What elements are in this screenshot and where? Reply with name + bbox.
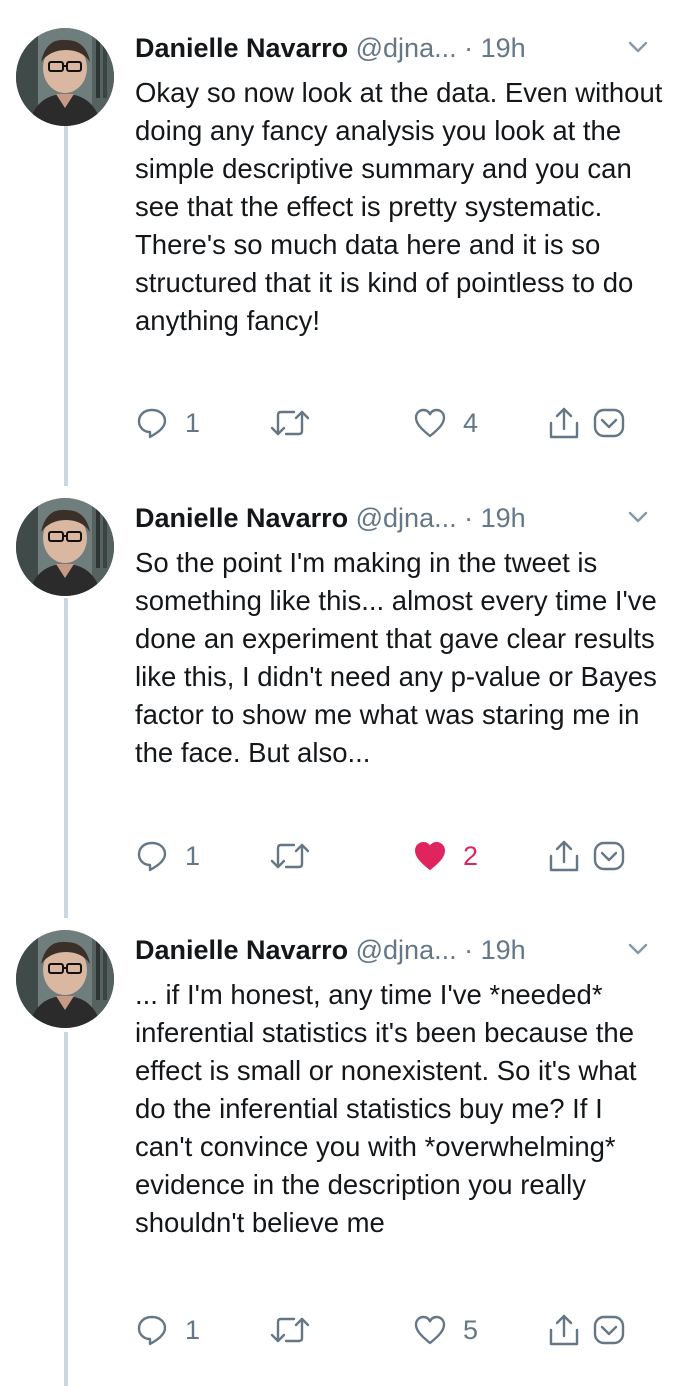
separator-dot: · <box>464 935 474 965</box>
like-count: 4 <box>463 407 479 438</box>
reply-button[interactable]: 1 <box>135 403 200 443</box>
reply-count: 1 <box>185 1314 201 1345</box>
like-button[interactable]: 5 <box>413 1310 478 1350</box>
author-name[interactable]: Danielle Navarro <box>135 503 348 533</box>
share-button[interactable] <box>547 1310 581 1350</box>
author-name[interactable]: Danielle Navarro <box>135 935 348 965</box>
retweet-button[interactable] <box>270 403 326 443</box>
chevron-down-icon[interactable] <box>627 938 649 960</box>
reply-count: 1 <box>185 407 201 438</box>
direct-message-button[interactable] <box>593 1310 625 1350</box>
timestamp[interactable]: 19h <box>481 935 526 965</box>
retweet-icon <box>270 410 310 436</box>
heart-icon <box>414 1315 446 1345</box>
tweet[interactable]: Danielle Navarro @djna... · 19h Okay so … <box>0 28 676 458</box>
share-button[interactable] <box>547 403 581 443</box>
envelope-icon <box>593 1315 625 1345</box>
share-icon <box>549 840 579 872</box>
avatar-image <box>16 498 114 596</box>
tweet[interactable]: Danielle Navarro @djna... · 19h So the p… <box>0 498 676 918</box>
tweet[interactable]: Danielle Navarro @djna... · 19h ... if I… <box>0 930 676 1380</box>
reply-icon <box>137 1315 167 1346</box>
author-name[interactable]: Danielle Navarro <box>135 33 348 63</box>
heart-icon <box>414 408 446 438</box>
retweet-button[interactable] <box>270 836 326 876</box>
tweet-text: ... if I'm honest, any time I've *needed… <box>135 979 637 1238</box>
author-handle[interactable]: @djna... <box>356 935 457 965</box>
envelope-icon <box>593 841 625 871</box>
avatar[interactable] <box>16 498 114 596</box>
avatar[interactable] <box>16 930 114 1028</box>
avatar-image <box>16 28 114 126</box>
like-count: 5 <box>463 1314 479 1345</box>
tweet-actions: 1 2 <box>135 836 635 876</box>
share-button[interactable] <box>547 836 581 876</box>
share-icon <box>549 1314 579 1346</box>
tweet-header: Danielle Navarro @djna... · 19h <box>135 932 660 968</box>
tweet-text: So the point I'm making in the tweet is … <box>135 547 657 768</box>
reply-count: 1 <box>185 840 201 871</box>
timestamp[interactable]: 19h <box>481 33 526 63</box>
tweet-text: Okay so now look at the data. Even witho… <box>135 77 663 336</box>
direct-message-button[interactable] <box>593 403 625 443</box>
tweet-header: Danielle Navarro @djna... · 19h <box>135 500 660 536</box>
avatar-image <box>16 930 114 1028</box>
author-handle[interactable]: @djna... <box>356 503 457 533</box>
retweet-button[interactable] <box>270 1310 326 1350</box>
heart-filled-icon <box>415 842 445 870</box>
tweet-actions: 1 5 <box>135 1310 635 1350</box>
tweet-actions: 1 4 <box>135 403 635 443</box>
reply-button[interactable]: 1 <box>135 836 200 876</box>
share-icon <box>549 407 579 439</box>
direct-message-button[interactable] <box>593 836 625 876</box>
chevron-down-icon[interactable] <box>627 506 649 528</box>
like-button[interactable]: 4 <box>413 403 478 443</box>
avatar[interactable] <box>16 28 114 126</box>
separator-dot: · <box>464 503 474 533</box>
like-button[interactable]: 2 <box>413 836 478 876</box>
retweet-icon <box>270 1317 310 1343</box>
separator-dot: · <box>464 33 474 63</box>
retweet-icon <box>270 843 310 869</box>
reply-button[interactable]: 1 <box>135 1310 200 1350</box>
author-handle[interactable]: @djna... <box>356 33 457 63</box>
like-count: 2 <box>463 840 479 871</box>
envelope-icon <box>593 408 625 438</box>
reply-icon <box>137 408 167 439</box>
reply-icon <box>137 841 167 872</box>
chevron-down-icon[interactable] <box>627 36 649 58</box>
tweet-header: Danielle Navarro @djna... · 19h <box>135 30 660 66</box>
timestamp[interactable]: 19h <box>481 503 526 533</box>
